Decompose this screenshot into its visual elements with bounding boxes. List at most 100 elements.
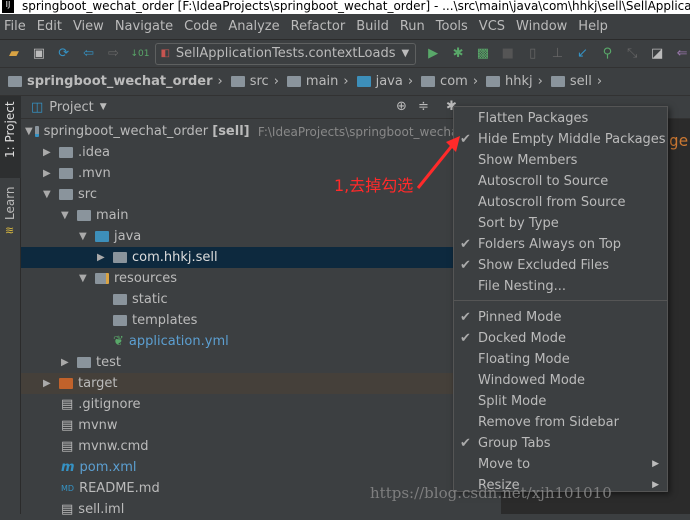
tree-item-mvnw[interactable]: ▤ mvnw — [21, 415, 501, 436]
tree-item-gitignore[interactable]: ▤ .gitignore — [21, 394, 501, 415]
menu-item-docked-mode[interactable]: ✔ Docked Mode — [454, 328, 667, 349]
menu-item-remove-from-sidebar[interactable]: Remove from Sidebar — [454, 412, 667, 433]
menu-item-pinned-mode[interactable]: ✔ Pinned Mode — [454, 307, 667, 328]
tree-item-com-hhkj-sell[interactable]: ▶ com.hhkj.sell — [21, 247, 501, 268]
menu-item-folders-always-on-top[interactable]: ✔ Folders Always on Top — [454, 234, 667, 255]
expanded-arrow-icon: ▼ — [79, 231, 87, 242]
menu-item-file-nesting[interactable]: File Nesting... — [454, 276, 667, 297]
tree-item-mvnw-cmd[interactable]: ▤ mvnw.cmd — [21, 436, 501, 457]
tree-item-main[interactable]: ▼ main — [21, 205, 501, 226]
breadcrumb: springboot_wechat_order › src › main › j… — [0, 68, 690, 96]
menu-item-hide-empty-middle-packages[interactable]: ✔ Hide Empty Middle Packages — [454, 129, 667, 150]
learn-icon: ≋ — [5, 224, 15, 237]
menu-analyze[interactable]: Analyze — [228, 19, 279, 34]
menu-item-move-to[interactable]: Move to ▶ — [454, 454, 667, 475]
menu-item-autoscroll-to-source[interactable]: Autoscroll to Source — [454, 171, 667, 192]
menu-edit[interactable]: Edit — [37, 19, 62, 34]
menu-item-label: Hide Empty Middle Packages — [478, 132, 666, 147]
menu-item-sort-by-type[interactable]: Sort by Type — [454, 213, 667, 234]
debug-icon[interactable]: ✱ — [450, 46, 466, 62]
expanded-arrow-icon: ▼ — [61, 210, 69, 221]
chevron-down-icon[interactable]: ▼ — [100, 102, 107, 112]
submenu-arrow-icon: ▶ — [652, 459, 659, 469]
project-panel-header: ◫ Project ▼ ⊕ ≑ ✱ — [21, 96, 501, 119]
test-config-icon: ◧ — [160, 48, 170, 59]
menu-run[interactable]: Run — [400, 19, 425, 34]
tree-item-application-yml[interactable]: ❦ application.yml — [21, 331, 501, 352]
attach-icon[interactable]: ▯ — [525, 46, 541, 62]
menu-item-flatten-packages[interactable]: Flatten Packages — [454, 108, 667, 129]
vcs-update-icon[interactable]: ↙ — [575, 46, 591, 62]
deploy-icon[interactable]: ⊥ — [550, 46, 566, 62]
menu-item-label: Group Tabs — [478, 436, 551, 451]
learn-tool-button[interactable]: Learn — [3, 186, 17, 220]
menu-item-show-members[interactable]: Show Members — [454, 150, 667, 171]
forward-icon[interactable]: ⇨ — [106, 46, 122, 62]
title-bar: IJ springboot_wechat_order [F:\IdeaProjec… — [0, 0, 690, 14]
excluded-folder-icon — [59, 378, 73, 389]
collapsed-arrow-icon: ▶ — [43, 168, 51, 179]
tree-item-templates[interactable]: templates — [21, 310, 501, 331]
vcs-commit-icon[interactable]: ⚲ — [599, 46, 615, 62]
breadcrumb-java[interactable]: java › — [356, 74, 413, 89]
menu-item-label: Folders Always on Top — [478, 237, 622, 252]
run-configuration-select[interactable]: ◧ SellApplicationTests.contextLoads ▼ — [155, 42, 417, 65]
menu-code[interactable]: Code — [184, 19, 217, 34]
breadcrumb-src[interactable]: src › — [230, 74, 279, 89]
menu-item-floating-mode[interactable]: Floating Mode — [454, 349, 667, 370]
menu-item-windowed-mode[interactable]: Windowed Mode — [454, 370, 667, 391]
back-icon[interactable]: ⇦ — [81, 46, 97, 62]
menu-item-autoscroll-from-source[interactable]: Autoscroll from Source — [454, 192, 667, 213]
vcs-compare-icon[interactable]: ⤡ — [624, 46, 640, 62]
resources-folder-icon — [95, 273, 109, 284]
menu-navigate[interactable]: Navigate — [115, 19, 173, 34]
breadcrumb-main[interactable]: main › — [286, 74, 349, 89]
coverage-icon[interactable]: ▩ — [475, 46, 491, 62]
tree-item-test[interactable]: ▶ test — [21, 352, 501, 373]
menu-refactor[interactable]: Refactor — [291, 19, 346, 34]
folder-icon — [230, 76, 245, 87]
menu-item-group-tabs[interactable]: ✔ Group Tabs — [454, 433, 667, 454]
run-icon[interactable]: ▶ — [425, 46, 441, 62]
collapse-all-icon[interactable]: ≑ — [418, 99, 429, 114]
sync-icon[interactable]: ⟳ — [56, 46, 72, 62]
menu-window[interactable]: Window — [516, 19, 567, 34]
package-icon — [550, 76, 565, 87]
folder-icon — [113, 294, 127, 305]
breadcrumb-sell[interactable]: sell › — [550, 74, 602, 89]
menu-item-show-excluded-files[interactable]: ✔ Show Excluded Files — [454, 255, 667, 276]
stop-icon[interactable]: ■ — [500, 46, 516, 62]
breadcrumb-hhkj[interactable]: hhkj › — [486, 74, 543, 89]
tree-item-resources[interactable]: ▼ resources — [21, 268, 501, 289]
tree-item-target[interactable]: ▶ target — [21, 373, 501, 394]
tree-item-static[interactable]: static — [21, 289, 501, 310]
tree-item-java[interactable]: ▼ java — [21, 226, 501, 247]
project-tool-button[interactable]: 1: Project — [3, 101, 17, 158]
tree-item-sell-iml[interactable]: ▤ sell.iml — [21, 499, 501, 520]
locate-icon[interactable]: ⊕ — [396, 99, 407, 114]
menu-build[interactable]: Build — [356, 19, 389, 34]
menu-help[interactable]: Help — [578, 19, 608, 34]
menu-view[interactable]: View — [73, 19, 104, 34]
menu-item-split-mode[interactable]: Split Mode — [454, 391, 667, 412]
package-icon — [421, 76, 436, 87]
history-icon[interactable]: ◪ — [649, 46, 665, 62]
open-folder-icon[interactable]: ▰ — [6, 46, 22, 62]
menu-file[interactable]: File — [4, 19, 26, 34]
chevron-down-icon: ▼ — [401, 48, 410, 59]
project-view-select[interactable]: Project — [49, 100, 93, 115]
collapsed-arrow-icon: ▶ — [97, 252, 105, 263]
module-icon — [8, 76, 22, 87]
make-icon[interactable]: ↓01 — [130, 46, 149, 62]
revert-icon[interactable]: ⇐ — [674, 46, 690, 62]
menu-vcs[interactable]: VCS — [479, 19, 505, 34]
menu-tools[interactable]: Tools — [436, 19, 468, 34]
tree-item-pom-xml[interactable]: m pom.xml — [21, 457, 501, 478]
submenu-arrow-icon: ▶ — [652, 480, 659, 490]
menu-item-label: Split Mode — [478, 394, 547, 409]
save-icon[interactable]: ▣ — [31, 46, 47, 62]
source-folder-icon — [356, 76, 371, 87]
breadcrumb-com[interactable]: com › — [421, 74, 478, 89]
file-icon: ▤ — [61, 439, 74, 454]
breadcrumb-project[interactable]: springboot_wechat_order › — [8, 74, 223, 89]
